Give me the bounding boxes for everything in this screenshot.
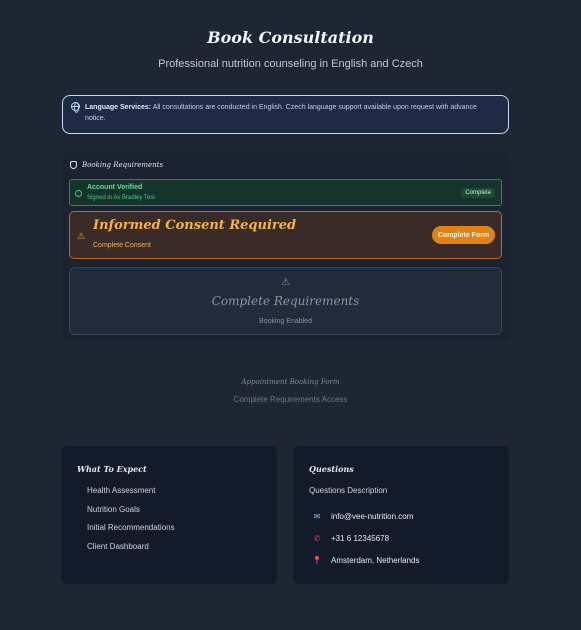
questions-panel: Questions Questions Description ✉ info@v… xyxy=(293,446,509,584)
contact-email[interactable]: ✉ info@vee-nutrition.com xyxy=(312,512,414,521)
requirements-header: Booking Requirements xyxy=(70,161,163,169)
complete-badge: Complete xyxy=(461,188,495,198)
complete-requirements-box: ⚠ Complete Requirements Booking Enabled xyxy=(69,267,502,335)
consent-subtitle: Complete Consent xyxy=(93,242,151,249)
warning-icon: ⚠ xyxy=(77,231,86,241)
consent-required-alert: ⚠ Informed Consent Required Complete Con… xyxy=(69,211,502,259)
list-item: Health Assessment xyxy=(87,486,156,495)
what-to-expect-title: What To Expect xyxy=(77,464,147,474)
consent-title: Informed Consent Required xyxy=(93,218,297,233)
list-item: Client Dashboard xyxy=(87,542,149,552)
page-title: Book Consultation xyxy=(207,28,374,47)
list-item: Nutrition Goals xyxy=(87,504,140,514)
account-verified-status: Account Verified Signed in As Bradley Te… xyxy=(69,179,502,206)
envelope-icon: ✉ xyxy=(313,512,321,521)
globe-icon xyxy=(71,102,80,113)
what-to-expect-panel: What To Expect Health Assessment Nutriti… xyxy=(61,446,277,584)
location-text: Amsterdam, Netherlands xyxy=(331,556,420,565)
questions-title: Questions xyxy=(309,464,354,474)
booking-enabled-text: Booking Enabled xyxy=(259,318,312,325)
phone-text: +31 6 12345678 xyxy=(331,534,390,543)
pin-icon: 📍 xyxy=(312,556,322,565)
complete-requirements-title: Complete Requirements xyxy=(211,294,360,308)
complete-form-button[interactable]: Complete Form xyxy=(432,226,495,244)
warning-icon: ⚠ xyxy=(281,277,290,288)
booking-form-title: Appointment Booking Form xyxy=(241,378,340,386)
list-item: Initial Recommendations xyxy=(87,523,175,533)
verified-title: Account Verified xyxy=(87,184,143,191)
expect-list: Health Assessment Nutrition Goals Initia… xyxy=(87,486,175,561)
language-notice: Language Services: All consultations are… xyxy=(62,95,509,134)
page-subtitle: Professional nutrition counseling in Eng… xyxy=(158,58,423,70)
questions-description: Questions Description xyxy=(309,486,388,495)
language-notice-label: Language Services: xyxy=(85,104,152,111)
phone-icon: ✆ xyxy=(313,534,321,543)
booking-form-subtitle: Complete Requirements Access xyxy=(233,395,348,404)
requirements-title: Booking Requirements xyxy=(82,161,164,169)
booking-requirements-card: Booking Requirements Account Verified Si… xyxy=(62,152,509,342)
contact-phone[interactable]: ✆ +31 6 12345678 xyxy=(312,534,389,543)
contact-location: 📍 Amsterdam, Netherlands xyxy=(312,556,419,565)
email-text: info@vee-nutrition.com xyxy=(331,512,414,521)
shield-icon xyxy=(70,161,77,169)
check-circle-icon xyxy=(75,190,82,197)
verified-subtitle: Signed in As Bradley Test xyxy=(87,195,155,201)
